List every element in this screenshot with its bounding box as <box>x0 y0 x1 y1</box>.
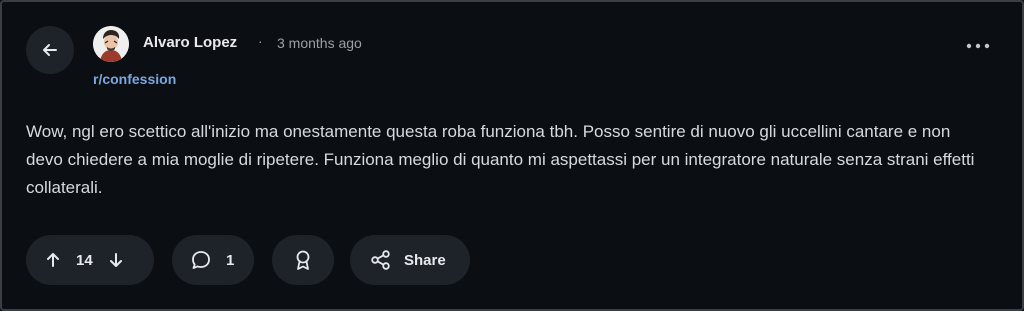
arrow-up-icon[interactable] <box>44 251 62 269</box>
share-button[interactable]: Share <box>350 235 470 285</box>
vote-bar: 14 <box>26 235 154 285</box>
meta-separator: · <box>258 33 263 49</box>
comments-button[interactable]: 1 <box>172 235 254 285</box>
vote-score: 14 <box>76 251 93 269</box>
comment-bubble-icon <box>190 249 212 271</box>
post-body: Wow, ngl ero scettico all'inizio ma ones… <box>26 122 975 197</box>
avatar[interactable] <box>93 26 129 62</box>
more-options-button[interactable] <box>962 32 994 60</box>
back-button[interactable] <box>26 26 74 74</box>
author-name[interactable]: Alvaro Lopez <box>143 34 237 51</box>
subreddit-link[interactable]: r/confession <box>93 71 176 87</box>
award-button[interactable] <box>272 235 334 285</box>
award-icon <box>293 249 313 271</box>
arrow-left-icon <box>40 40 60 60</box>
post-timestamp: 3 months ago <box>277 35 362 51</box>
comment-count: 1 <box>226 251 235 269</box>
share-label: Share <box>404 251 446 269</box>
share-icon <box>370 249 392 271</box>
arrow-down-icon[interactable] <box>107 251 125 269</box>
more-horizontal-icon <box>966 43 990 49</box>
